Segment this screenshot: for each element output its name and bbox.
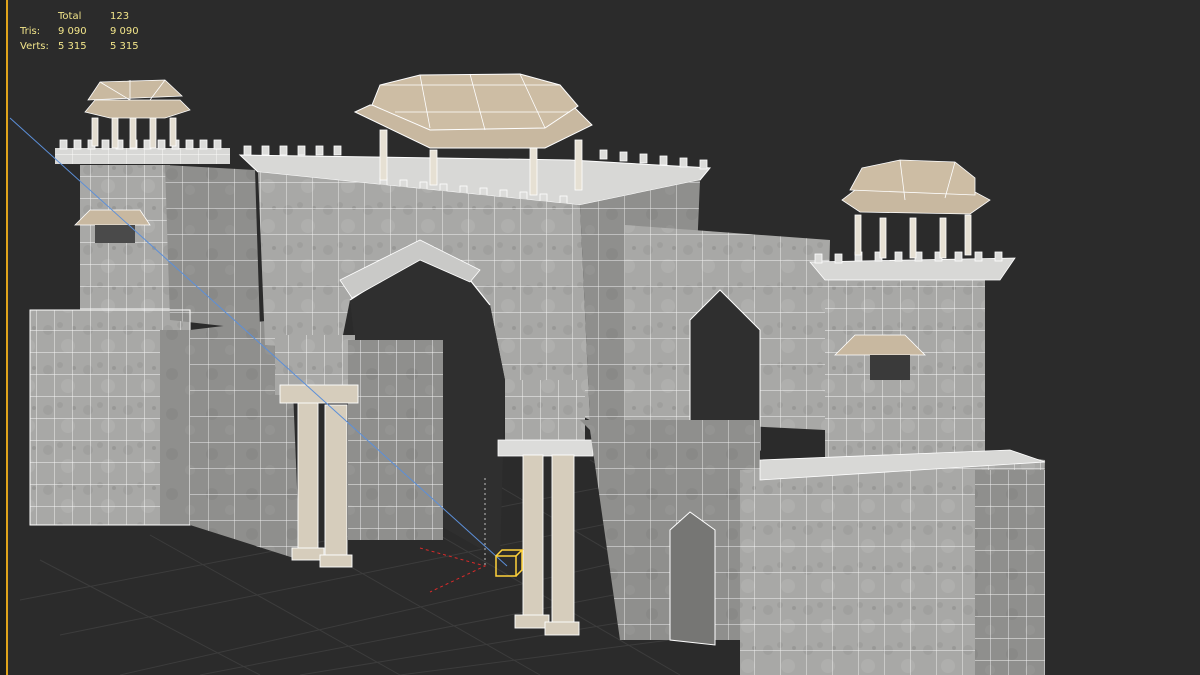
stats-row-tris: Tris: 9 090 9 090 bbox=[20, 24, 160, 39]
stats-selected: 5 315 bbox=[110, 41, 139, 52]
stats-label: Verts: bbox=[20, 41, 49, 52]
statistics-overlay: Total 123 Tris: 9 090 9 090 Verts: 5 315… bbox=[20, 9, 160, 54]
active-viewport-border bbox=[0, 0, 8, 675]
stats-total: 5 315 bbox=[58, 41, 87, 52]
stats-header-selected: 123 bbox=[110, 11, 130, 22]
stats-header-row: Total 123 bbox=[20, 9, 160, 24]
viewport-scene[interactable] bbox=[0, 0, 1200, 675]
stats-total: 9 090 bbox=[58, 26, 87, 37]
stats-header-total: Total bbox=[58, 11, 82, 22]
right-section bbox=[580, 159, 1046, 675]
3d-viewport[interactable] bbox=[0, 0, 1200, 675]
stats-label: Tris: bbox=[20, 26, 41, 37]
stats-row-verts: Verts: 5 315 5 315 bbox=[20, 39, 160, 54]
stats-selected: 9 090 bbox=[110, 26, 139, 37]
stats-spacer bbox=[20, 9, 58, 24]
